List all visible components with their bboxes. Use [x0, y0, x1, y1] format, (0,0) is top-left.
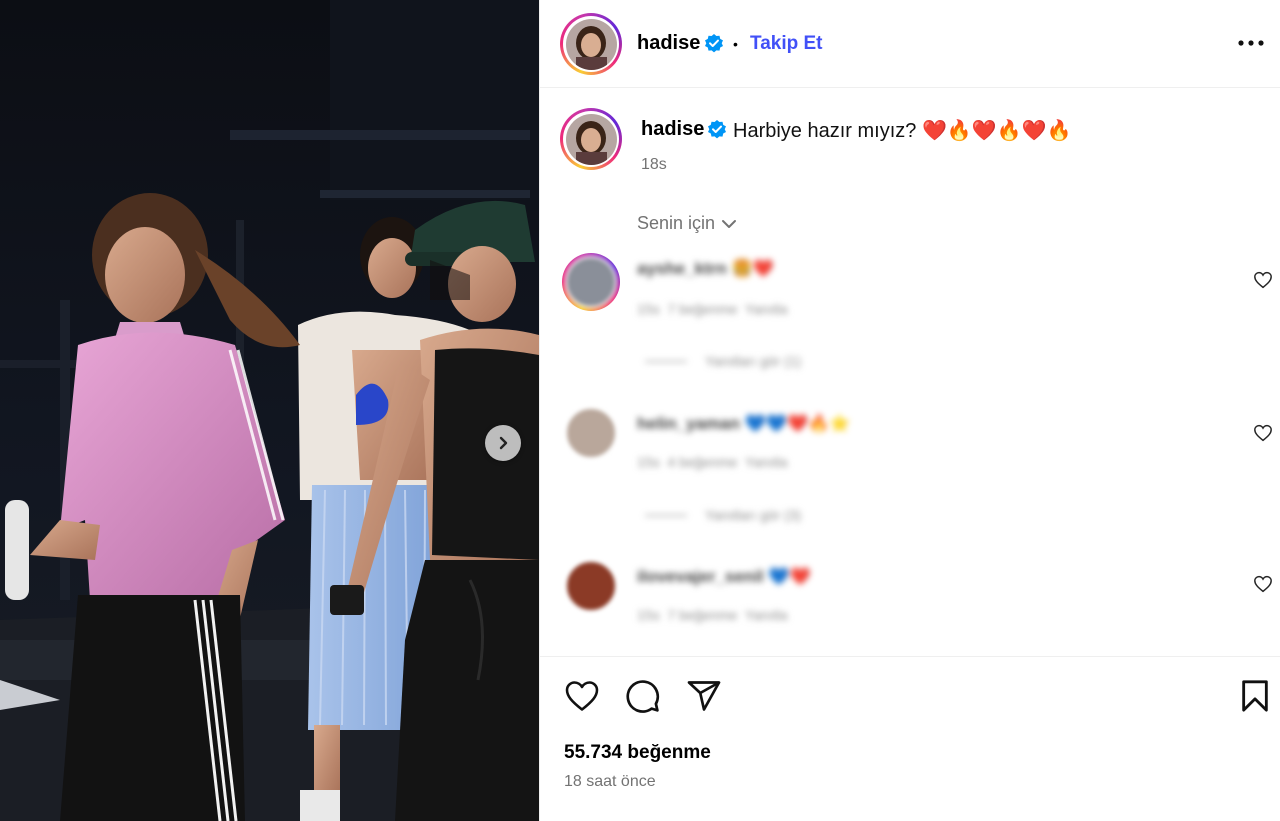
caption-author-avatar[interactable] — [560, 108, 622, 170]
comment-item: ilovevajer_senil 💙❤️ 15s 7 beğenme Yanıt… — [540, 557, 1280, 637]
post-photo — [0, 0, 539, 821]
next-media-button[interactable] — [485, 425, 521, 461]
comment-avatar[interactable] — [562, 253, 620, 311]
caption-age: 18s — [641, 156, 667, 173]
comment-avatar[interactable] — [562, 404, 620, 462]
view-replies-button[interactable]: Yanıtları gör (1) — [645, 353, 801, 369]
comment-username[interactable]: helin_yaman — [637, 414, 740, 433]
comment-like-icon[interactable] — [1253, 424, 1273, 442]
verified-badge-icon — [705, 34, 723, 53]
comment-item: helin_yaman 💙💙❤️🔥⭐ 15s 4 beğenme Yanıtla… — [540, 404, 1280, 544]
comment-like-icon[interactable] — [1253, 271, 1273, 289]
comment-username[interactable]: ilovevajer_senil — [637, 567, 764, 586]
likes-count[interactable]: 55.734 beğenme — [564, 742, 711, 764]
comment-emoji: 💙❤️ — [768, 567, 811, 586]
author-avatar-image — [565, 18, 617, 70]
author-username[interactable]: hadise — [637, 32, 700, 55]
more-horizontal-icon[interactable] — [1237, 36, 1265, 50]
chevron-down-icon — [722, 219, 737, 228]
caption-text: Harbiye hazır mıyız? ❤️🔥❤️🔥❤️🔥 — [733, 120, 1072, 142]
post-time: 18 saat önce — [564, 773, 656, 790]
author-avatar[interactable] — [560, 13, 622, 75]
comment-avatar[interactable] — [562, 557, 620, 615]
comments-sort-dropdown[interactable]: Senin için — [637, 213, 737, 234]
instagram-post: hadise • Takip Et hadise Harbiye hazır m… — [0, 0, 1280, 821]
verified-badge-icon — [708, 120, 726, 139]
bookmark-icon[interactable] — [1240, 679, 1270, 713]
header-separator: • — [733, 36, 738, 52]
comments-sort-label: Senin için — [637, 213, 716, 233]
comment-meta[interactable]: 15s 4 beğenme Yanıtla — [637, 454, 787, 470]
post-header: hadise • Takip Et — [540, 0, 1280, 88]
follow-button[interactable]: Takip Et — [750, 33, 823, 55]
view-replies-label: Yanıtları gör (3) — [705, 507, 802, 523]
comment-emoji: 🍔❤️ — [731, 259, 774, 278]
post-side-panel: hadise • Takip Et hadise Harbiye hazır m… — [539, 0, 1280, 821]
chevron-right-icon — [499, 436, 508, 450]
post-actions: 55.734 beğenme 18 saat önce — [540, 656, 1280, 821]
comment-emoji: 💙💙❤️🔥⭐ — [744, 414, 851, 433]
comment-meta[interactable]: 15s 7 beğenme Yanıtla — [637, 301, 787, 317]
post-media[interactable] — [0, 0, 539, 821]
comment-icon[interactable] — [625, 678, 661, 714]
view-replies-button[interactable]: Yanıtları gör (3) — [645, 507, 801, 523]
caption-avatar-image — [565, 113, 617, 165]
comment-username[interactable]: ayshe_ktrn — [637, 259, 727, 278]
view-replies-label: Yanıtları gör (1) — [705, 353, 802, 369]
comment-meta[interactable]: 15s 7 beğenme Yanıtla — [637, 607, 787, 623]
caption-username[interactable]: hadise — [641, 118, 704, 141]
share-icon[interactable] — [686, 679, 722, 713]
comment-item: ayshe_ktrn 🍔❤️ 15s 7 beğenme Yanıtla Yan… — [540, 251, 1280, 391]
heart-icon[interactable] — [564, 679, 600, 713]
comment-like-icon[interactable] — [1253, 575, 1273, 593]
